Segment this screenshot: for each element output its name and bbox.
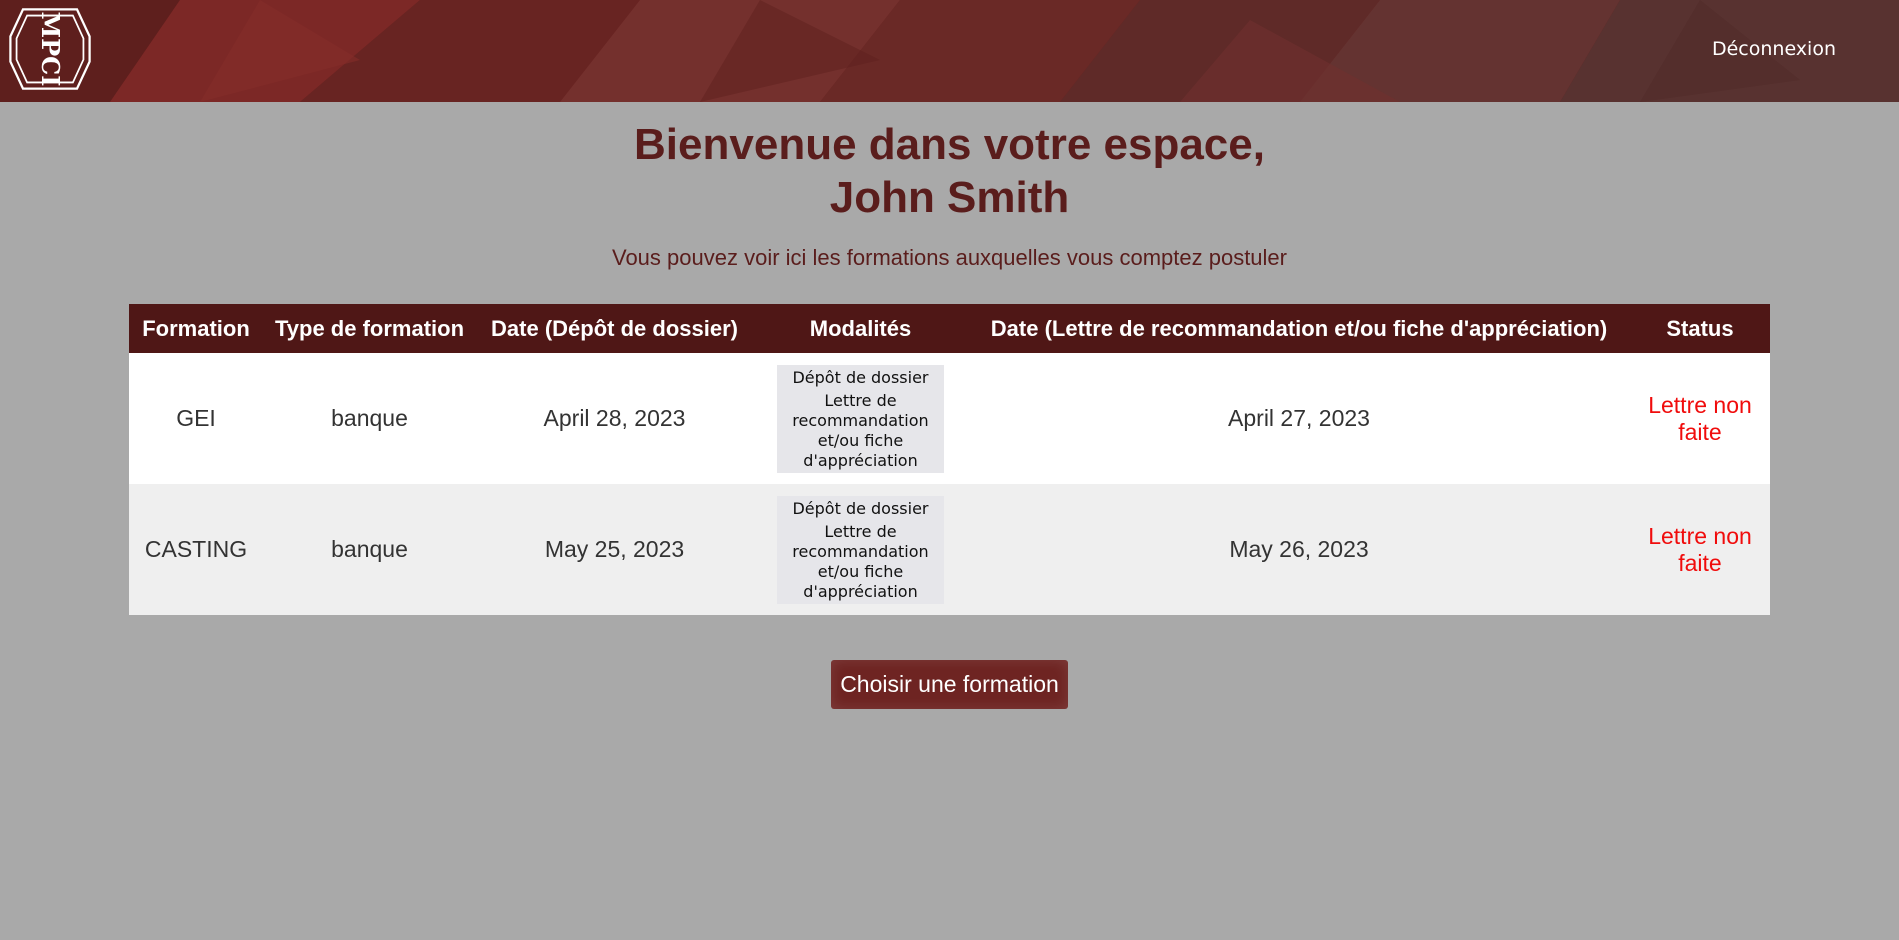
banner-pattern: [0, 0, 1899, 102]
page-subtitle: Vous pouvez voir ici les formations auxq…: [611, 245, 1287, 270]
user-name: John Smith: [829, 173, 1070, 222]
cell-date-depot: April 28, 2023: [476, 353, 753, 484]
cell-formation: CASTING: [129, 484, 263, 615]
logout-link[interactable]: Déconnexion: [1712, 38, 1836, 60]
header-formation: Formation: [129, 304, 263, 353]
table-row: CASTING banque May 25, 2023 Dépôt de dos…: [129, 484, 1770, 615]
cell-status: Lettre non faite: [1630, 353, 1770, 484]
modalites-box: Dépôt de dossier Lettre de recommandatio…: [777, 495, 944, 604]
cell-type: banque: [263, 353, 476, 484]
table-header-row: Formation Type de formation Date (Dépôt …: [129, 304, 1770, 353]
modalite-lettre: Lettre de recommandation et/ou fiche d'a…: [792, 521, 929, 601]
cell-modalites: Dépôt de dossier Lettre de recommandatio…: [753, 484, 968, 615]
modalite-lettre: Lettre de recommandation et/ou fiche d'a…: [792, 390, 929, 470]
top-banner: MPCI Déconnexion: [0, 0, 1899, 102]
table-row: GEI banque April 28, 2023 Dépôt de dossi…: [129, 353, 1770, 484]
page-title: Bienvenue dans votre espace, John Smith: [0, 118, 1899, 224]
formations-table: Formation Type de formation Date (Dépôt …: [129, 304, 1770, 615]
header-date-depot: Date (Dépôt de dossier): [476, 304, 753, 353]
cell-date-lettre: April 27, 2023: [968, 353, 1630, 484]
cell-type: banque: [263, 484, 476, 615]
modalites-box: Dépôt de dossier Lettre de recommandatio…: [777, 364, 944, 473]
modalite-depot: Dépôt de dossier: [792, 498, 929, 518]
cell-modalites: Dépôt de dossier Lettre de recommandatio…: [753, 353, 968, 484]
svg-text:MPCI: MPCI: [36, 12, 65, 87]
cell-status: Lettre non faite: [1630, 484, 1770, 615]
modalite-depot: Dépôt de dossier: [792, 367, 929, 387]
cell-date-lettre: May 26, 2023: [968, 484, 1630, 615]
welcome-line: Bienvenue dans votre espace,: [634, 120, 1265, 169]
choose-formation-button[interactable]: Choisir une formation: [831, 660, 1068, 709]
header-type: Type de formation: [263, 304, 476, 353]
header-modalites: Modalités: [753, 304, 968, 353]
header-date-lettre: Date (Lettre de recommandation et/ou fic…: [968, 304, 1630, 353]
mpci-logo[interactable]: MPCI: [0, 0, 102, 102]
cell-date-depot: May 25, 2023: [476, 484, 753, 615]
cell-formation: GEI: [129, 353, 263, 484]
header-status: Status: [1630, 304, 1770, 353]
